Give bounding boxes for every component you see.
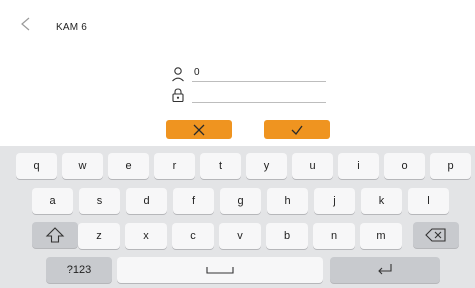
- key-e[interactable]: e: [108, 153, 149, 179]
- username-underline: [192, 81, 326, 82]
- key-s[interactable]: s: [79, 188, 120, 214]
- username-value: 0: [194, 67, 200, 78]
- key-z[interactable]: z: [78, 223, 120, 249]
- close-icon: [193, 124, 205, 135]
- key-w[interactable]: w: [62, 153, 103, 179]
- key-g[interactable]: g: [220, 188, 261, 214]
- space-key[interactable]: [117, 257, 323, 283]
- key-f[interactable]: f: [173, 188, 214, 214]
- backspace-key[interactable]: [413, 222, 459, 248]
- key-p[interactable]: p: [430, 153, 471, 179]
- login-screen: KAM 6 0 qwertyui o p a s d f g h j k l z…: [0, 0, 475, 288]
- user-icon: [170, 66, 186, 82]
- key-i[interactable]: i: [338, 153, 379, 179]
- password-field[interactable]: [170, 87, 326, 105]
- space-icon: [206, 267, 234, 274]
- backspace-icon: [425, 228, 446, 242]
- key-o[interactable]: o: [384, 153, 425, 179]
- key-m[interactable]: m: [360, 223, 402, 249]
- enter-key[interactable]: [330, 257, 440, 283]
- key-x[interactable]: x: [125, 223, 167, 249]
- key-r[interactable]: r: [154, 153, 195, 179]
- key-t[interactable]: t: [200, 153, 241, 179]
- key-v[interactable]: v: [219, 223, 261, 249]
- confirm-button[interactable]: [264, 120, 330, 139]
- username-field[interactable]: 0: [170, 66, 326, 84]
- chevron-left-icon: [21, 17, 30, 31]
- page-title: KAM 6: [56, 22, 88, 33]
- back-button[interactable]: [18, 16, 34, 32]
- key-d[interactable]: d: [126, 188, 167, 214]
- password-underline: [192, 102, 326, 103]
- onscreen-keyboard: qwertyuiop asdfghjkl zxcvbnm ?123: [0, 146, 475, 288]
- key-l[interactable]: l: [408, 188, 449, 214]
- symbols-key[interactable]: ?123: [46, 257, 112, 283]
- check-icon: [291, 125, 303, 135]
- enter-icon: [378, 264, 392, 275]
- key-k[interactable]: k: [361, 188, 402, 214]
- lock-icon: [170, 87, 186, 103]
- cancel-button[interactable]: [166, 120, 232, 139]
- header: KAM 6: [0, 0, 475, 42]
- key-a[interactable]: a: [32, 188, 73, 214]
- shift-icon: [45, 227, 65, 243]
- key-h[interactable]: h: [267, 188, 308, 214]
- key-n[interactable]: n: [313, 223, 355, 249]
- key-c[interactable]: c: [172, 223, 214, 249]
- key-j[interactable]: j: [314, 188, 355, 214]
- key-b[interactable]: b: [266, 223, 308, 249]
- key-u[interactable]: u: [292, 153, 333, 179]
- shift-key[interactable]: [32, 222, 78, 248]
- key-q[interactable]: q: [16, 153, 57, 179]
- key-y[interactable]: y: [246, 153, 287, 179]
